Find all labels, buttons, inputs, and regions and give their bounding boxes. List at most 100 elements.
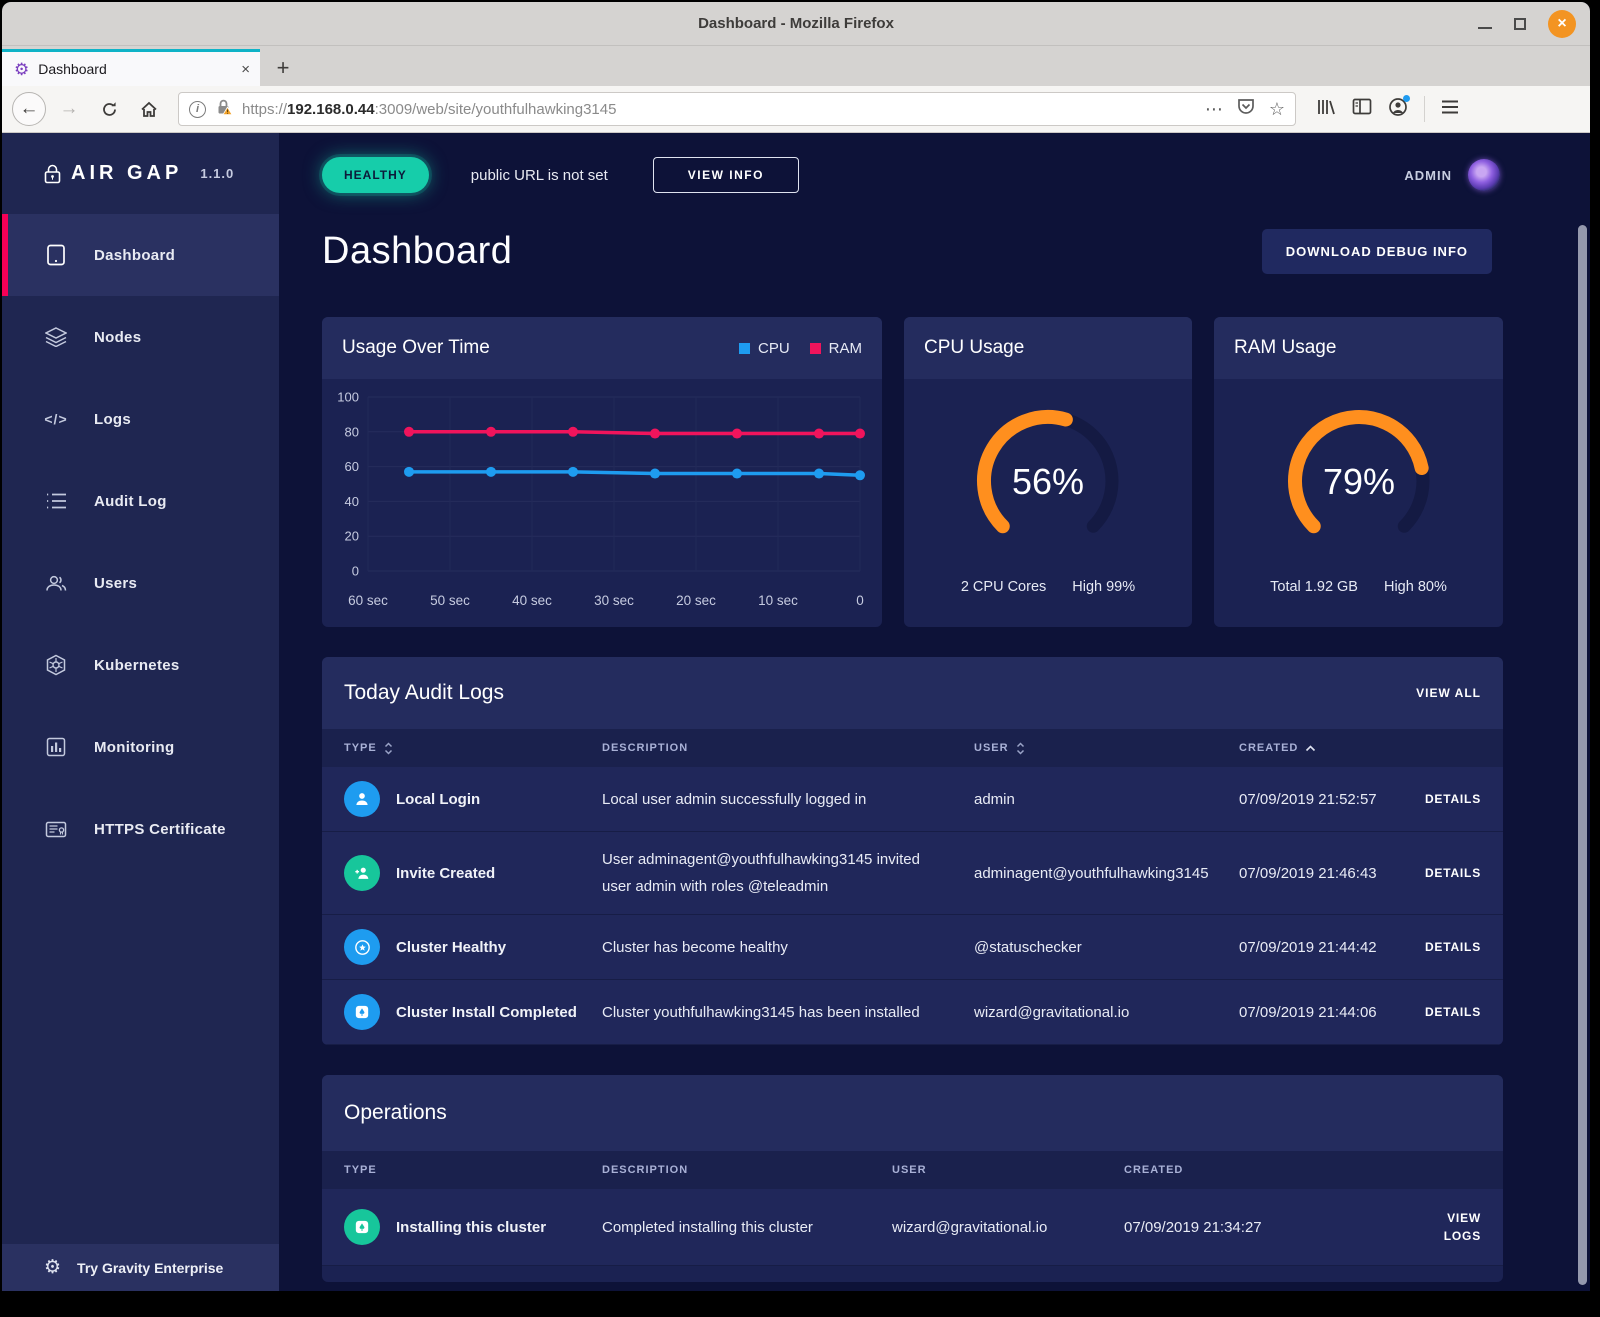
certificate-icon bbox=[44, 821, 68, 838]
tab-close-icon[interactable]: × bbox=[241, 61, 250, 78]
ram-total-stat: Total 1.92 GB bbox=[1270, 579, 1358, 595]
toolbar-divider bbox=[1424, 96, 1425, 122]
sidebar-item-users[interactable]: Users bbox=[2, 542, 279, 624]
sidebar-spacer bbox=[2, 870, 279, 1244]
user-icon bbox=[344, 781, 380, 817]
svg-text:60 sec: 60 sec bbox=[348, 593, 388, 608]
tab-dashboard[interactable]: ⚙ Dashboard × bbox=[2, 49, 260, 86]
bookmark-star-icon[interactable]: ☆ bbox=[1269, 99, 1285, 120]
summary-cards: Usage Over Time CPU RAM 02040608010060 s… bbox=[322, 317, 1590, 627]
account-icon[interactable] bbox=[1388, 97, 1408, 122]
home-button[interactable] bbox=[132, 92, 166, 126]
extension-gear-icon: ⚙ bbox=[14, 61, 29, 78]
insecure-lock-icon[interactable] bbox=[215, 98, 233, 121]
details-button[interactable]: DETAILS bbox=[1425, 940, 1481, 954]
sidebar-footer-try-gravity[interactable]: ⚙ Try Gravity Enterprise bbox=[2, 1244, 279, 1291]
library-icon[interactable] bbox=[1316, 98, 1336, 121]
svg-text:20: 20 bbox=[345, 529, 359, 544]
svg-text:40 sec: 40 sec bbox=[512, 593, 552, 608]
view-info-button[interactable]: VIEW INFO bbox=[653, 157, 799, 193]
cpu-legend-swatch bbox=[739, 343, 750, 354]
cpu-card-title: CPU Usage bbox=[924, 337, 1024, 359]
navigation-toolbar: ← → i https://192.168.0.44:3009/web/site… bbox=[2, 86, 1590, 133]
sort-both-icon[interactable] bbox=[1016, 742, 1025, 755]
page-title: Dashboard bbox=[322, 230, 512, 273]
url-bar[interactable]: i https://192.168.0.44:3009/web/site/you… bbox=[178, 92, 1296, 126]
svg-text:56%: 56% bbox=[1012, 461, 1084, 502]
back-button[interactable]: ← bbox=[12, 92, 46, 126]
user-menu[interactable]: ADMIN bbox=[1404, 159, 1500, 191]
usage-line-chart: 02040608010060 sec50 sec40 sec30 sec20 s… bbox=[322, 379, 874, 619]
maximize-button[interactable] bbox=[1514, 18, 1526, 30]
close-window-button[interactable]: × bbox=[1548, 10, 1576, 38]
logo-text: AIR GAP bbox=[71, 162, 182, 185]
account-notification-dot bbox=[1403, 95, 1410, 102]
sidebar-item-dashboard[interactable]: Dashboard bbox=[2, 214, 279, 296]
lock-icon bbox=[44, 164, 61, 184]
sidebar-item-kubernetes[interactable]: Kubernetes bbox=[2, 624, 279, 706]
ram-gauge: 79% bbox=[1275, 397, 1443, 565]
page-header: Dashboard DOWNLOAD DEBUG INFO bbox=[322, 220, 1590, 282]
users-icon bbox=[44, 574, 68, 592]
ram-legend-swatch bbox=[810, 343, 821, 354]
view-logs-button[interactable]: VIEW LOGS bbox=[1444, 1211, 1481, 1243]
cpu-cores-stat: 2 CPU Cores bbox=[961, 579, 1046, 595]
new-tab-button[interactable]: + bbox=[260, 49, 306, 86]
bar-chart-icon bbox=[44, 737, 68, 757]
code-icon: </> bbox=[44, 411, 68, 427]
window-title: Dashboard - Mozilla Firefox bbox=[698, 15, 894, 32]
menu-hamburger-icon[interactable] bbox=[1441, 100, 1459, 119]
sidebar-item-nodes[interactable]: Nodes bbox=[2, 296, 279, 378]
url-host: 192.168.0.44 bbox=[287, 101, 375, 118]
minimize-button[interactable] bbox=[1478, 27, 1492, 29]
window-titlebar: Dashboard - Mozilla Firefox × bbox=[2, 2, 1590, 46]
svg-text:79%: 79% bbox=[1322, 461, 1394, 502]
audit-row: Cluster Install Completed Cluster youthf… bbox=[322, 980, 1503, 1045]
health-status-badge: HEALTHY bbox=[322, 157, 429, 193]
ram-high-stat: High 80% bbox=[1384, 579, 1447, 595]
sidebar-item-monitoring[interactable]: Monitoring bbox=[2, 706, 279, 788]
svg-text:0: 0 bbox=[352, 564, 359, 579]
operations-row: Installing this cluster Completed instal… bbox=[322, 1189, 1503, 1266]
rocket-icon bbox=[344, 994, 380, 1030]
close-icon: × bbox=[1557, 15, 1566, 33]
gear-icon: ⚙ bbox=[44, 1256, 61, 1279]
main-content: HEALTHY public URL is not set VIEW INFO … bbox=[279, 133, 1590, 1291]
download-debug-info-button[interactable]: DOWNLOAD DEBUG INFO bbox=[1262, 229, 1492, 274]
page-actions-icon[interactable]: ⋯ bbox=[1205, 99, 1223, 120]
details-button[interactable]: DETAILS bbox=[1425, 1005, 1481, 1019]
tab-title: Dashboard bbox=[38, 61, 232, 77]
page-info-icon[interactable]: i bbox=[189, 101, 206, 118]
pocket-icon[interactable] bbox=[1237, 98, 1255, 120]
svg-text:40: 40 bbox=[345, 494, 359, 509]
avatar[interactable] bbox=[1468, 159, 1500, 191]
star-circle-icon bbox=[344, 929, 380, 965]
details-button[interactable]: DETAILS bbox=[1425, 866, 1481, 880]
sort-both-icon[interactable] bbox=[384, 742, 393, 755]
url-path: :3009/web/site/youthfulhawking3145 bbox=[375, 101, 617, 118]
ram-card-title: RAM Usage bbox=[1234, 337, 1336, 359]
sidebars-icon[interactable] bbox=[1352, 98, 1372, 120]
toolbar-right bbox=[1308, 96, 1467, 122]
svg-text:80: 80 bbox=[345, 424, 359, 439]
svg-text:0: 0 bbox=[856, 593, 864, 608]
cpu-gauge: 56% bbox=[964, 397, 1132, 565]
view-all-button[interactable]: VIEW ALL bbox=[1416, 686, 1481, 700]
url-text[interactable]: https://192.168.0.44:3009/web/site/youth… bbox=[242, 101, 1196, 118]
status-row: HEALTHY public URL is not set VIEW INFO bbox=[322, 152, 1590, 198]
page-scrollbar[interactable] bbox=[1578, 225, 1587, 1285]
sidebar-item-logs[interactable]: </> Logs bbox=[2, 378, 279, 460]
audit-row: Cluster Healthy Cluster has become healt… bbox=[322, 915, 1503, 980]
reload-button[interactable] bbox=[92, 92, 126, 126]
sidebar-item-https-certificate[interactable]: HTTPS Certificate bbox=[2, 788, 279, 870]
svg-text:30 sec: 30 sec bbox=[594, 593, 634, 608]
sidebar-item-audit-log[interactable]: Audit Log bbox=[2, 460, 279, 542]
details-button[interactable]: DETAILS bbox=[1425, 792, 1481, 806]
forward-button[interactable]: → bbox=[52, 92, 86, 126]
cpu-high-stat: High 99% bbox=[1072, 579, 1135, 595]
sort-asc-icon[interactable] bbox=[1305, 745, 1316, 752]
operations-title: Operations bbox=[344, 1101, 447, 1125]
list-icon bbox=[44, 492, 68, 510]
logo-version: 1.1.0 bbox=[200, 166, 234, 181]
cpu-usage-card: CPU Usage 56% 2 CPU Cores High 99% bbox=[904, 317, 1192, 627]
